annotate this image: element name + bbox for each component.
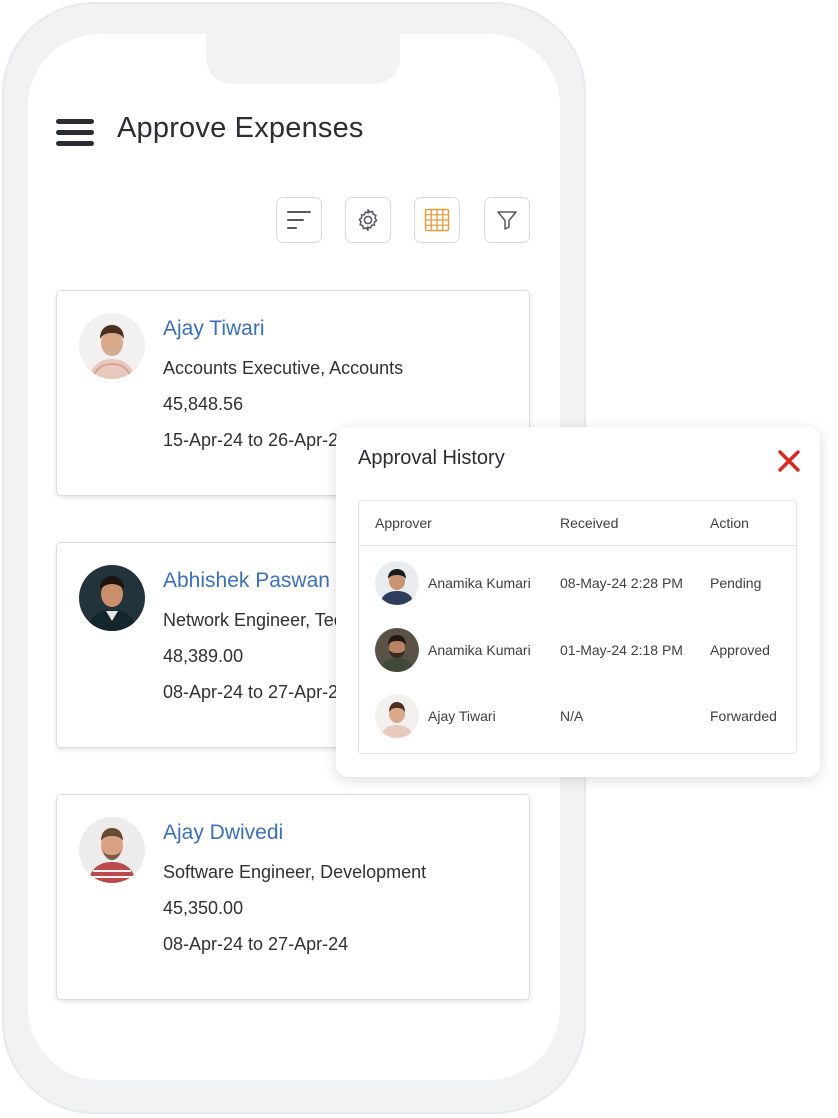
expense-period: 08-Apr-24 to 27-Apr-24 [163,934,349,954]
avatar [375,628,419,672]
table-row: Anamika Kumari 01-May-24 2:18 PM Approve… [359,620,796,680]
filter-button[interactable] [484,197,530,243]
close-button[interactable] [777,449,801,473]
received-time: N/A [560,708,584,724]
page-title: Approve Expenses [117,112,364,144]
received-time: 01-May-24 2:18 PM [560,642,683,658]
expense-period: 08-Apr-24 to 27-Apr-24 [163,682,349,702]
avatar [375,561,419,605]
approver-name: Ajay Tiwari [428,708,496,724]
expense-card[interactable]: Ajay Dwivedi Software Engineer, Developm… [56,794,530,1000]
sort-icon [287,211,311,229]
expense-amount: 48,389.00 [163,646,244,666]
grid-view-button[interactable] [414,197,460,243]
avatar [375,694,419,738]
action-status: Forwarded [710,708,777,724]
popup-title: Approval History [358,447,505,469]
employee-role: Accounts Executive, Accounts [163,358,404,378]
phone-notch [206,34,400,84]
expense-amount: 45,350.00 [163,898,244,918]
gear-icon [358,208,378,232]
approver-name: Anamika Kumari [428,642,531,658]
employee-name[interactable]: Ajay Dwivedi [163,821,283,845]
employee-name[interactable]: Ajay Tiwari [163,317,265,341]
table-row: Ajay Tiwari N/A Forwarded [359,686,796,746]
column-header-action: Action [710,515,749,531]
column-header-received: Received [560,515,619,531]
table-row: Anamika Kumari 08-May-24 2:28 PM Pending [359,553,796,613]
employee-role: Software Engineer, Development [163,862,427,882]
received-time: 08-May-24 2:28 PM [560,575,683,591]
employee-name[interactable]: Abhishek Paswan [163,569,330,593]
settings-button[interactable] [345,197,391,243]
sort-button[interactable] [276,197,322,243]
avatar [79,817,145,883]
approval-history-popup: Approval History Approver Received Actio… [336,427,820,777]
grid-icon [424,208,450,232]
approver-name: Anamika Kumari [428,575,531,591]
action-status: Approved [710,642,770,658]
close-icon [778,450,800,472]
action-status: Pending [710,575,762,591]
column-header-approver: Approver [375,515,432,531]
header-divider [359,545,796,546]
filter-icon [497,211,517,230]
avatar [79,565,145,631]
menu-icon[interactable] [56,119,94,147]
expense-period: 15-Apr-24 to 26-Apr-24 [163,430,349,450]
avatar [79,313,145,379]
approval-table: Approver Received Action Anamika Kumari … [358,500,797,754]
expense-amount: 45,848.56 [163,394,244,414]
